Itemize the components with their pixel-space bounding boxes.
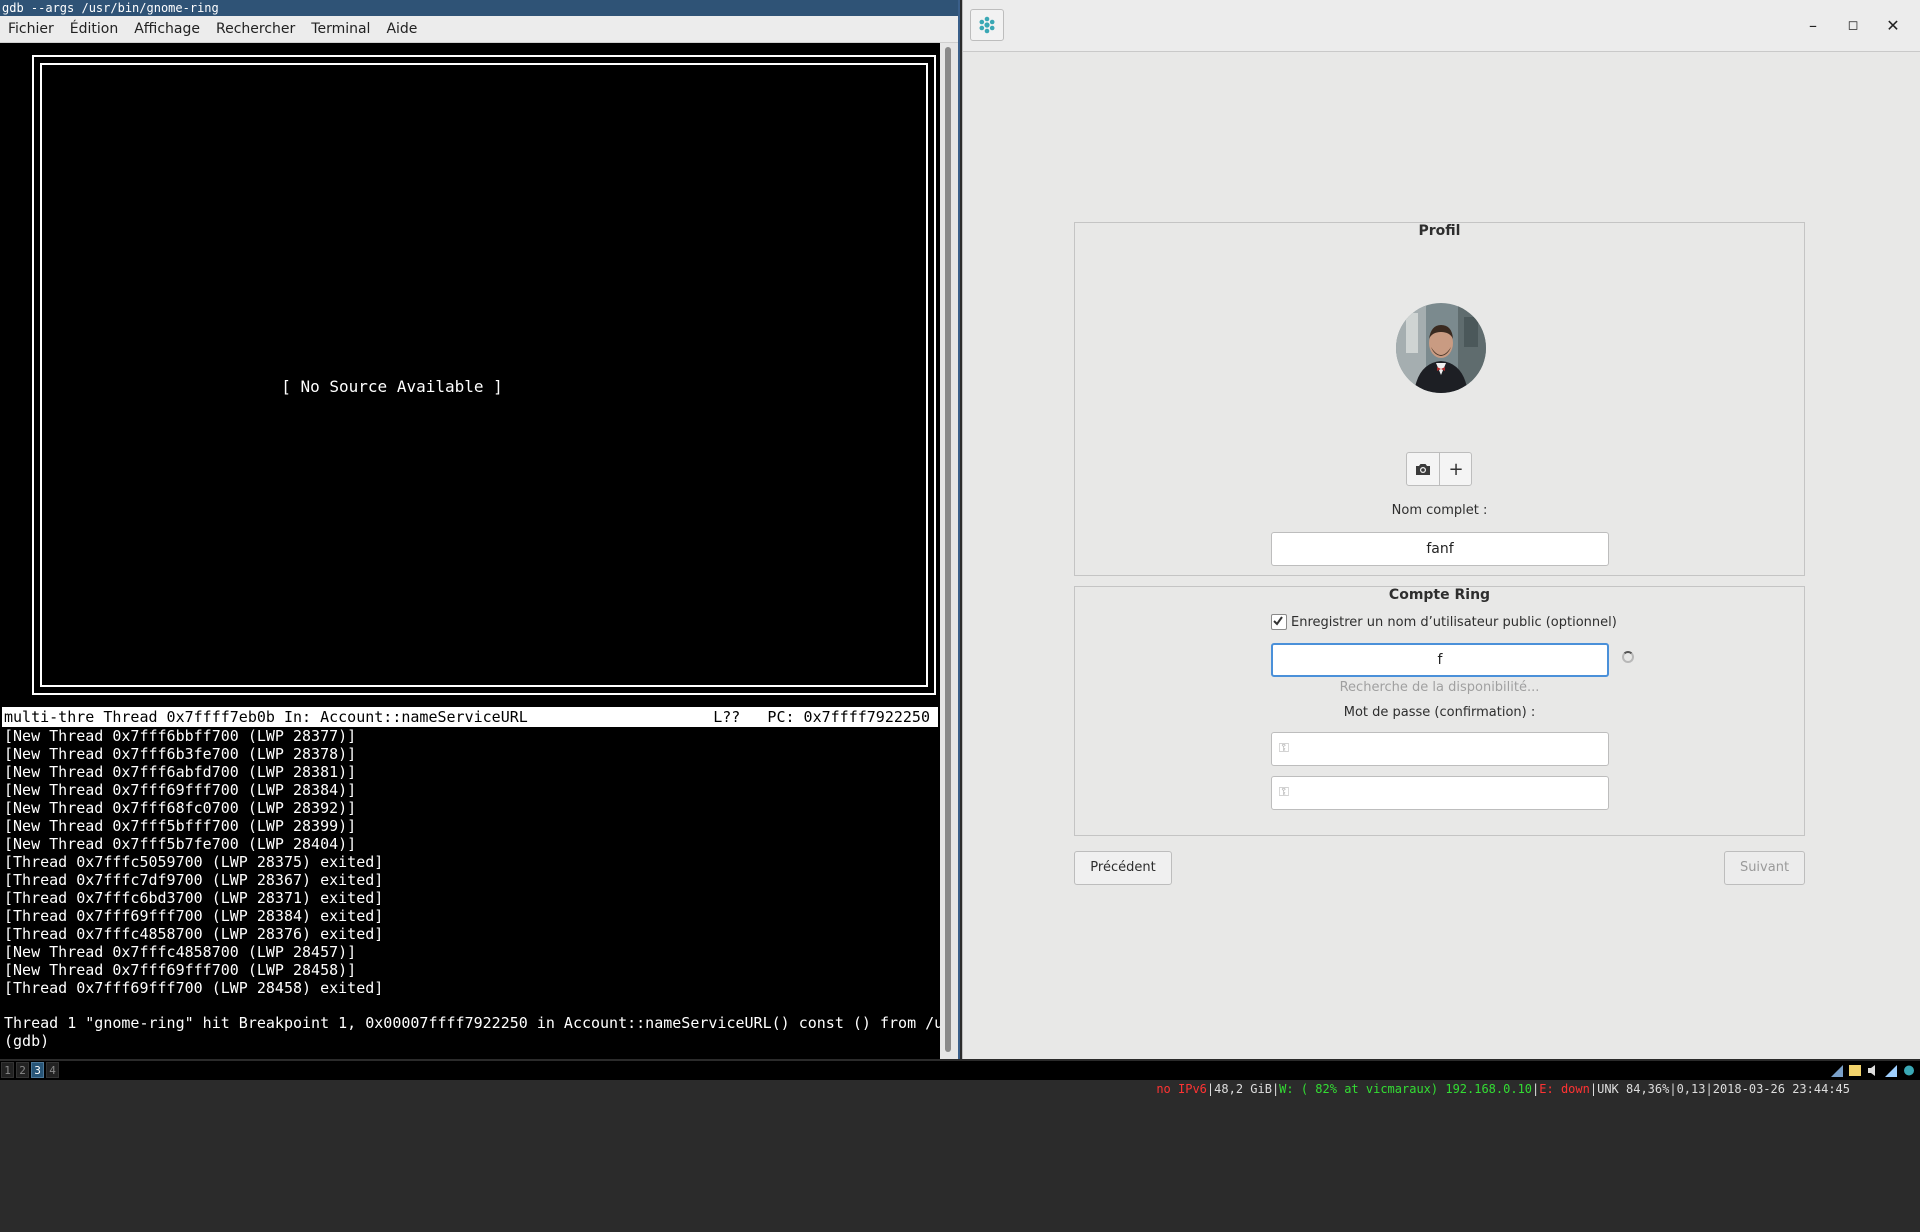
gdb-prompt[interactable]: (gdb) bbox=[4, 1032, 49, 1050]
password-confirm-label: Mot de passe (confirmation) : bbox=[1343, 705, 1536, 720]
log-line: [Thread 0x7fffc6bd3700 (LWP 28371) exite… bbox=[4, 889, 384, 907]
status-separator: | bbox=[1705, 1082, 1713, 1096]
fullname-field[interactable]: fanf bbox=[1271, 532, 1609, 566]
availability-status: Recherche de la disponibilité... bbox=[1339, 680, 1540, 695]
terminal-menu-bar: Fichier Édition Affichage Rechercher Termina… bbox=[0, 16, 958, 43]
menu-affichage[interactable]: Affichage bbox=[126, 16, 208, 42]
key-icon: ⚿ bbox=[1279, 741, 1289, 756]
workspace-2[interactable]: 2 bbox=[16, 1062, 29, 1078]
ethernet-status: E: down bbox=[1539, 1082, 1590, 1096]
register-username-label: Enregistrer un nom d’utilisateur public … bbox=[1291, 615, 1617, 630]
terminal-content[interactable]: [ No Source Available ] multi-thre Threa… bbox=[0, 43, 944, 1059]
clock: 2018-03-26 23:44:45 bbox=[1712, 1082, 1850, 1096]
register-username-checkbox[interactable] bbox=[1271, 613, 1287, 630]
profile-panel: Profil + Nom complet: fanf bbox=[1074, 222, 1805, 576]
volume-icon[interactable] bbox=[1866, 1063, 1880, 1078]
menu-fichier[interactable]: Fichier bbox=[0, 16, 62, 42]
status-items: no IPv6|48,2 GiB|W: ( 82% at vicmaraux) … bbox=[1127, 1061, 1850, 1118]
fullname-label: Nom complet : bbox=[1391, 503, 1488, 518]
ring-tray-icon[interactable] bbox=[1902, 1063, 1916, 1078]
menu-rechercher[interactable]: Rechercher bbox=[208, 16, 303, 42]
ring-window: – ◻ ✕ Profil + Nom complet: fanf Compte… bbox=[962, 0, 1920, 1059]
next-button[interactable]: Suivant bbox=[1724, 851, 1805, 885]
terminal-window: gdb --args /usr/bin/gnome-ring Fichier Éd… bbox=[0, 0, 960, 1059]
ipv6-status: no IPv6 bbox=[1156, 1082, 1207, 1096]
status-separator: | bbox=[1206, 1082, 1215, 1096]
disk-status: 48,2 GiB bbox=[1214, 1082, 1272, 1096]
scrollbar-thumb[interactable] bbox=[945, 47, 951, 1052]
status-line-left: multi-thre Thread 0x7ffff7eb0b In: Accou… bbox=[4, 708, 528, 726]
menu-edition[interactable]: Édition bbox=[62, 16, 126, 42]
network-icon[interactable] bbox=[1884, 1063, 1898, 1078]
gdb-source-window: [ No Source Available ] bbox=[32, 55, 936, 695]
maximize-button[interactable]: ◻ bbox=[1841, 14, 1865, 38]
wifi-status: W: ( 82% at vicmaraux) 192.168.0.10 bbox=[1279, 1082, 1533, 1096]
log-line: [Thread 0x7fff69fff700 (LWP 28458) exite… bbox=[4, 979, 384, 997]
account-title: Compte Ring bbox=[1388, 587, 1491, 603]
log-line: [New Thread 0x7fff5bfff700 (LWP 28399)] bbox=[4, 817, 357, 835]
menu-terminal[interactable]: Terminal bbox=[303, 16, 378, 42]
status-separator: | bbox=[1669, 1082, 1677, 1096]
ring-logo-icon bbox=[979, 16, 995, 34]
add-image-button[interactable]: + bbox=[1440, 453, 1472, 485]
log-line: [New Thread 0x7fffc4858700 (LWP 28457)] bbox=[4, 943, 357, 961]
take-photo-button[interactable] bbox=[1407, 453, 1439, 485]
gdb-status-line: multi-thre Thread 0x7ffff7eb0b In: Accou… bbox=[2, 707, 938, 727]
status-separator: | bbox=[1271, 1082, 1280, 1096]
workspace-3[interactable]: 3 bbox=[31, 1062, 44, 1078]
username-field[interactable]: f bbox=[1271, 643, 1609, 677]
log-line: [Thread 0x7fffc7df9700 (LWP 28367) exite… bbox=[4, 871, 384, 889]
workspace-1[interactable]: 1 bbox=[1, 1062, 14, 1078]
terminal-title-bar: gdb --args /usr/bin/gnome-ring bbox=[0, 0, 958, 16]
log-line: [New Thread 0x7fff69fff700 (LWP 28384)] bbox=[4, 781, 357, 799]
status-line-right: L?? PC: 0x7ffff7922250 bbox=[713, 708, 930, 726]
register-username-checkbox-row[interactable]: Enregistrer un nom d’utilisateur public … bbox=[1271, 613, 1617, 633]
avatar-button-group: + bbox=[1406, 452, 1472, 486]
status-bar: 1 2 3 4 no IPv6|48,2 GiB|W: ( 82% at vic… bbox=[0, 1061, 1920, 1096]
breakpoint-hit-line: Thread 1 "gnome-ring" hit Breakpoint 1, … bbox=[4, 1014, 944, 1032]
key-icon: ⚿ bbox=[1279, 785, 1289, 800]
close-button[interactable]: ✕ bbox=[1881, 14, 1905, 38]
battery-status: UNK 84,36% bbox=[1597, 1082, 1670, 1096]
gdb-output: [New Thread 0x7fff6bbff700 (LWP 28377)] … bbox=[4, 727, 934, 997]
ring-header-bar: – ◻ ✕ bbox=[963, 0, 1920, 52]
status-separator: | bbox=[1589, 1082, 1598, 1096]
signal-icon[interactable] bbox=[1830, 1063, 1844, 1078]
log-line: [New Thread 0x7fff6abfd700 (LWP 28381)] bbox=[4, 763, 357, 781]
terminal-scrollbar[interactable] bbox=[940, 43, 958, 1059]
profile-title: Profil bbox=[1418, 223, 1461, 239]
tray-icons bbox=[1830, 1063, 1916, 1078]
ring-account-panel: Compte Ring Enregistrer un nom d’utilisa… bbox=[1074, 586, 1805, 836]
status-separator: | bbox=[1532, 1082, 1540, 1096]
checkmark-icon bbox=[1273, 615, 1283, 626]
log-line: [New Thread 0x7fff69fff700 (LWP 28458)] bbox=[4, 961, 357, 979]
password-field[interactable]: ⚿ bbox=[1271, 732, 1609, 766]
previous-button[interactable]: Précédent bbox=[1074, 851, 1172, 885]
log-line: [New Thread 0x7fff68fc0700 (LWP 28392)] bbox=[4, 799, 357, 817]
workspace-4[interactable]: 4 bbox=[46, 1062, 59, 1078]
log-line: [New Thread 0x7fff6b3fe700 (LWP 28378)] bbox=[4, 745, 357, 763]
camera-icon bbox=[1416, 464, 1430, 475]
log-line: [Thread 0x7fffc5059700 (LWP 28375) exite… bbox=[4, 853, 384, 871]
log-line: [Thread 0x7fff69fff700 (LWP 28384) exite… bbox=[4, 907, 384, 925]
notes-icon[interactable] bbox=[1848, 1063, 1862, 1078]
log-line: [New Thread 0x7fff6bbff700 (LWP 28377)] bbox=[4, 727, 357, 745]
ring-menu-button[interactable] bbox=[970, 9, 1004, 41]
no-source-message: [ No Source Available ] bbox=[281, 377, 503, 396]
avatar-photo bbox=[1396, 303, 1486, 393]
load-status: 0,13 bbox=[1676, 1082, 1706, 1096]
gdb-source-inner: [ No Source Available ] bbox=[40, 63, 928, 687]
password-confirm-field[interactable]: ⚿ bbox=[1271, 776, 1609, 810]
loading-spinner-icon bbox=[1622, 651, 1634, 663]
log-line: [New Thread 0x7fff5b7fe700 (LWP 28404)] bbox=[4, 835, 357, 853]
log-line: [Thread 0x7fffc4858700 (LWP 28376) exite… bbox=[4, 925, 384, 943]
menu-aide[interactable]: Aide bbox=[378, 16, 425, 42]
avatar[interactable] bbox=[1396, 303, 1486, 393]
minimize-button[interactable]: – bbox=[1801, 14, 1825, 38]
